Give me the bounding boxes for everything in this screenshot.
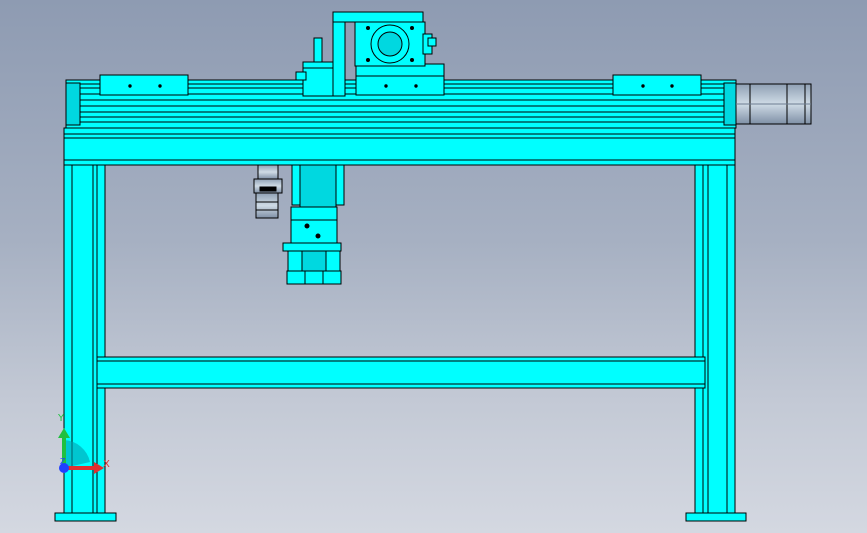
y-axis-label: Y	[58, 413, 65, 424]
servo-motor	[735, 83, 812, 125]
right-leg	[685, 164, 747, 522]
carriage-left	[99, 74, 189, 96]
carriage-center	[355, 74, 445, 96]
cad-viewport[interactable]: Y X Z	[0, 0, 867, 533]
x-axis-label: X	[103, 459, 110, 470]
gripper-assembly	[282, 206, 342, 285]
camera-lens	[253, 164, 283, 219]
z-axis-label: Z	[60, 457, 66, 466]
carriage-right	[612, 74, 702, 96]
upper-beam	[63, 127, 736, 166]
lower-crossbeam	[96, 356, 706, 389]
gantry-model[interactable]	[0, 0, 867, 533]
